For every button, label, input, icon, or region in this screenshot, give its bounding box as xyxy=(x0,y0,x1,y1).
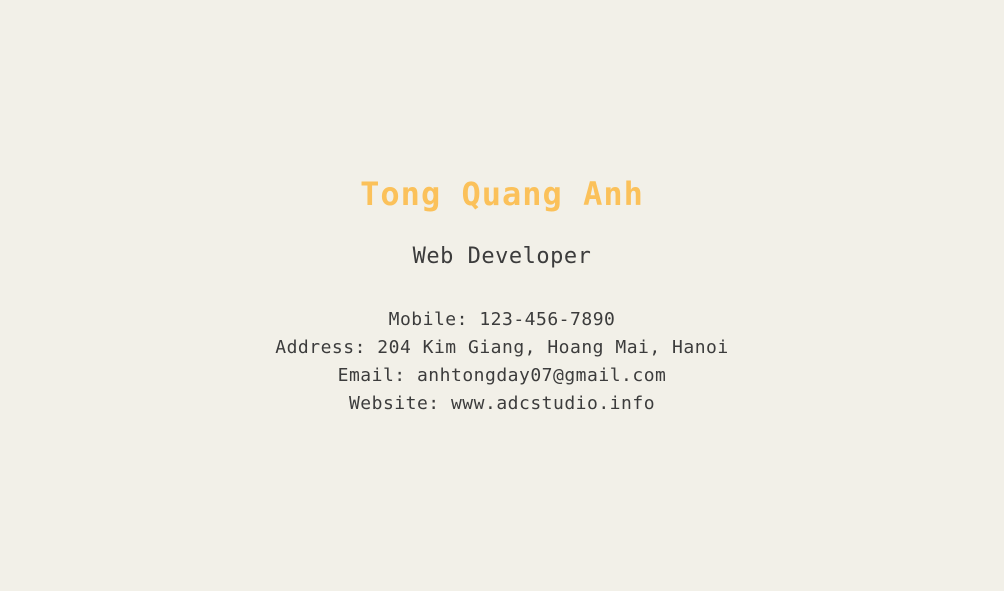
contact-info: Mobile: 123-456-7890 Address: 204 Kim Gi… xyxy=(0,306,1004,418)
profile-role: Web Developer xyxy=(412,244,592,269)
contact-email: Email: anhtongday07@gmail.com xyxy=(337,365,667,386)
contact-mobile: Mobile: 123-456-7890 xyxy=(388,309,616,330)
profile-name: Tong Quang Anh xyxy=(360,175,644,213)
contact-address: Address: 204 Kim Giang, Hoang Mai, Hanoi xyxy=(275,337,729,358)
contact-website: Website: www.adcstudio.info xyxy=(348,393,656,414)
business-card: Tong Quang Anh Web Developer Mobile: 123… xyxy=(0,0,1004,591)
